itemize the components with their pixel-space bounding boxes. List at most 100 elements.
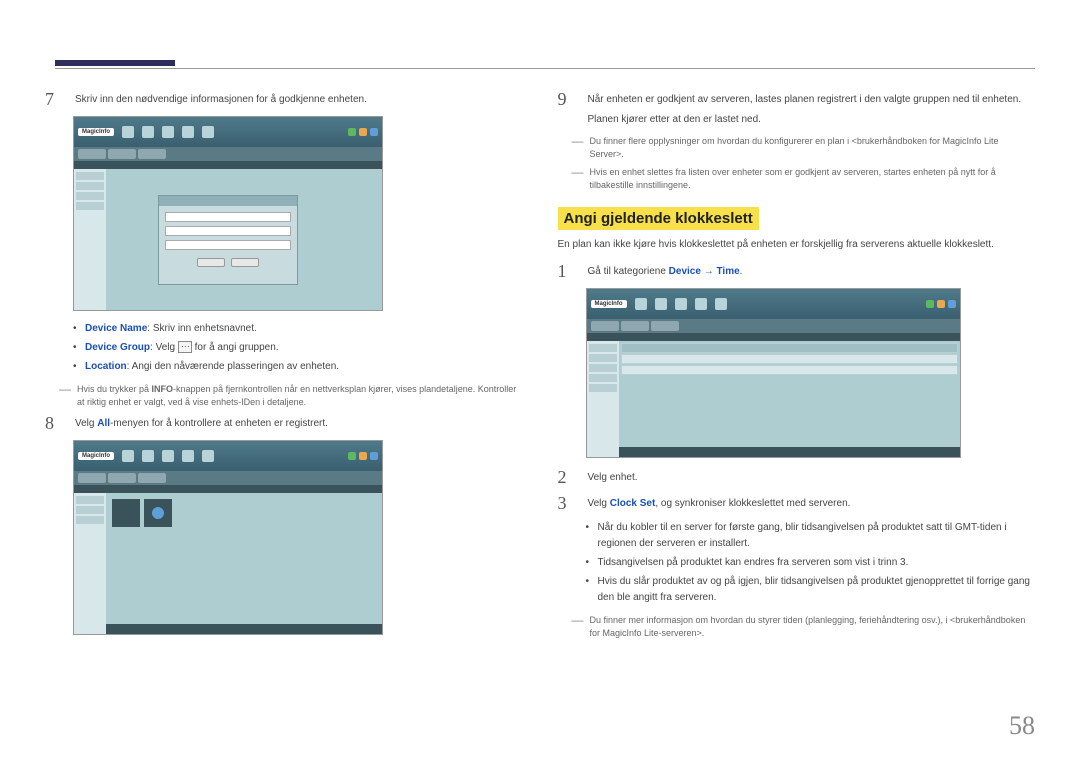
step-2: 2 Velg enhet. xyxy=(558,468,1036,486)
tab-icon xyxy=(78,149,106,159)
tab-icon xyxy=(138,473,166,483)
note-text: Hvis en enhet slettes fra listen over en… xyxy=(590,166,1036,191)
time-notes-list: Når du kobler til en server for første g… xyxy=(586,520,1036,606)
dialog-body xyxy=(159,206,297,273)
status-dot-icon xyxy=(948,300,956,308)
sidebar-item xyxy=(76,182,104,190)
step-8: 8 Velg All-menyen for å kontrollere at e… xyxy=(45,414,523,432)
dialog-title xyxy=(159,196,297,206)
list-item: Device Group: Velg for å angi gruppen. xyxy=(73,340,523,356)
screenshot-time-settings: MagicInfo xyxy=(586,288,961,458)
sidebar-item xyxy=(76,192,104,200)
step-text: Gå til kategoriene Device → Time. xyxy=(588,262,743,280)
step-number: 1 xyxy=(558,262,576,280)
table-row xyxy=(621,365,958,375)
list-item: Når du kobler til en server for første g… xyxy=(586,520,1036,552)
nav-icon xyxy=(142,126,154,138)
nav-icon xyxy=(695,298,707,310)
approve-dialog xyxy=(158,195,298,285)
field-label: Device Group xyxy=(85,342,150,353)
status-dot-icon xyxy=(370,128,378,136)
ss-footer xyxy=(619,447,960,457)
tab-icon xyxy=(621,321,649,331)
step-text: Velg All-menyen for å kontrollere at enh… xyxy=(75,414,328,432)
field-text: : Skriv inn enhetsnavnet. xyxy=(147,323,257,334)
status-dot-icon xyxy=(359,452,367,460)
ss-body xyxy=(587,341,960,457)
status-dot-icon xyxy=(937,300,945,308)
device-fields-list: Device Name: Skriv inn enhetsnavnet. Dev… xyxy=(73,321,523,375)
ss-tabbar xyxy=(74,471,382,485)
dash-icon: ― xyxy=(572,166,584,191)
page-number: 58 xyxy=(1009,711,1035,741)
header-accent-bar xyxy=(55,60,175,66)
nav-icon xyxy=(182,450,194,462)
ss-topbar: MagicInfo xyxy=(74,441,382,471)
list-item: Tidsangivelsen på produktet kan endres f… xyxy=(586,555,1036,571)
table-header xyxy=(621,343,958,353)
device-thumb xyxy=(112,499,140,527)
nav-icon xyxy=(122,450,134,462)
input-field xyxy=(165,226,291,236)
step-7: 7 Skriv inn den nødvendige informasjonen… xyxy=(45,90,523,108)
tab-icon xyxy=(138,149,166,159)
ss-sidebar xyxy=(587,341,619,457)
cancel-button-icon xyxy=(231,258,259,267)
field-label: Device Name xyxy=(85,323,147,334)
info-note: ― Du finner flere opplysninger om hvorda… xyxy=(572,135,1036,160)
nav-icon xyxy=(122,126,134,138)
nav-icon xyxy=(202,126,214,138)
tab-icon xyxy=(78,473,106,483)
step-3: 3 Velg Clock Set, og synkroniser klokkes… xyxy=(558,494,1036,512)
nav-icon xyxy=(162,450,174,462)
note-text: Du finner mer informasjon om hvordan du … xyxy=(590,614,1036,639)
list-item: Location: Angi den nåværende plasseringe… xyxy=(73,359,523,375)
step-number: 3 xyxy=(558,494,576,512)
ss-toolbar xyxy=(587,333,960,341)
field-label: Location xyxy=(85,361,127,372)
sidebar-item xyxy=(76,506,104,514)
sidebar-item xyxy=(76,202,104,210)
step-number: 2 xyxy=(558,468,576,486)
field-text: : Velg xyxy=(150,342,178,353)
status-dot-icon xyxy=(370,452,378,460)
nav-icon xyxy=(655,298,667,310)
table-row xyxy=(621,354,958,364)
ss-body xyxy=(74,169,382,310)
status-icons xyxy=(926,300,956,308)
sidebar-item xyxy=(589,354,617,362)
tab-icon xyxy=(108,473,136,483)
nav-icon xyxy=(675,298,687,310)
power-icon xyxy=(152,507,164,519)
status-dot-icon xyxy=(359,128,367,136)
device-thumb xyxy=(144,499,172,527)
list-item: Hvis du slår produktet av og på igjen, b… xyxy=(586,574,1036,606)
status-dot-icon xyxy=(348,452,356,460)
screenshot-all-menu: MagicInfo xyxy=(73,440,383,635)
note-text: Hvis du trykker på INFO-knappen på fjern… xyxy=(77,383,523,408)
left-column: 7 Skriv inn den nødvendige informasjonen… xyxy=(45,90,523,646)
dash-icon: ― xyxy=(572,614,584,639)
field-text: for å angi gruppen. xyxy=(192,342,279,353)
step-1: 1 Gå til kategoriene Device → Time. xyxy=(558,262,1036,280)
sidebar-item xyxy=(589,374,617,382)
step-text: Velg Clock Set, og synkroniser klokkesle… xyxy=(588,494,851,512)
screenshot-approve-device: MagicInfo xyxy=(73,116,383,311)
nav-icon xyxy=(635,298,647,310)
logo-icon: MagicInfo xyxy=(591,300,627,308)
info-note: ― Hvis du trykker på INFO-knappen på fje… xyxy=(59,383,523,408)
intro-text: En plan kan ikke kjøre hvis klokkeslette… xyxy=(558,238,1036,252)
dash-icon: ― xyxy=(59,383,71,408)
ss-tabbar xyxy=(587,319,960,333)
status-icons xyxy=(348,128,378,136)
dialog-buttons xyxy=(165,258,291,267)
info-note: ― Hvis en enhet slettes fra listen over … xyxy=(572,166,1036,191)
nav-icon xyxy=(715,298,727,310)
ss-sidebar xyxy=(74,493,106,634)
ok-button-icon xyxy=(197,258,225,267)
sidebar-item xyxy=(589,344,617,352)
ellipsis-button-icon xyxy=(178,341,192,353)
sidebar-item xyxy=(76,496,104,504)
two-column-layout: 7 Skriv inn den nødvendige informasjonen… xyxy=(45,90,1035,646)
step-number: 7 xyxy=(45,90,63,108)
